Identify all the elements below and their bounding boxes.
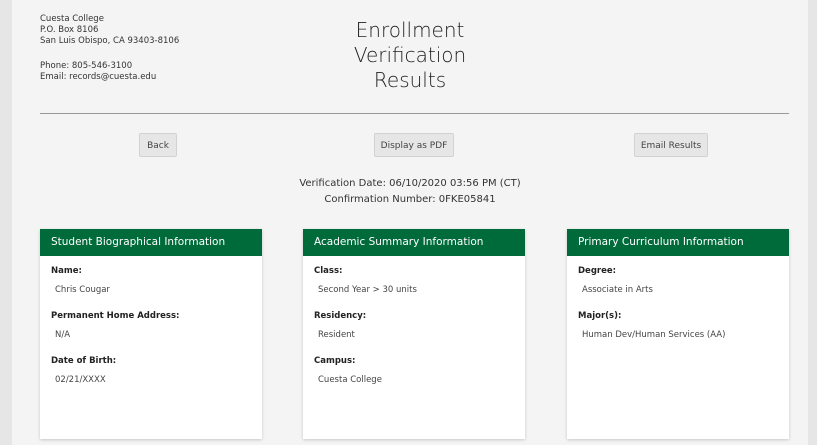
field-label: Date of Birth: bbox=[51, 356, 117, 366]
display-pdf-button[interactable]: Display as PDF bbox=[374, 133, 454, 157]
header: Cuesta College P.O. Box 8106 San Luis Ob… bbox=[12, 0, 808, 114]
student-bio-card: Student Biographical Information Name: C… bbox=[40, 229, 262, 439]
field-label: Campus: bbox=[314, 356, 356, 366]
academic-summary-card: Academic Summary Information Class: Seco… bbox=[303, 229, 525, 439]
page-title-line-3: Results bbox=[373, 68, 447, 92]
page: Cuesta College P.O. Box 8106 San Luis Ob… bbox=[12, 0, 808, 445]
field-label: Class: bbox=[314, 266, 343, 276]
field-value: 02/21/XXXX bbox=[55, 375, 106, 385]
field-label: Permanent Home Address: bbox=[51, 311, 180, 321]
page-title: Enrollment Verification Results bbox=[12, 18, 808, 93]
field-label: Name: bbox=[51, 266, 82, 276]
verification-date: Verification Date: 06/10/2020 03:56 PM (… bbox=[299, 178, 521, 189]
field-label: Degree: bbox=[578, 266, 617, 276]
header-divider bbox=[40, 113, 789, 114]
field-value: Cuesta College bbox=[318, 375, 382, 385]
field-value: N/A bbox=[55, 330, 71, 340]
card-header: Academic Summary Information bbox=[303, 229, 525, 256]
verification-info: Verification Date: 06/10/2020 03:56 PM (… bbox=[12, 176, 808, 208]
page-title-line-1: Enrollment bbox=[355, 18, 465, 42]
card-header: Primary Curriculum Information bbox=[567, 229, 789, 256]
field-value: Human Dev/Human Services (AA) bbox=[582, 330, 726, 340]
field-value: Second Year > 30 units bbox=[318, 285, 417, 295]
card-header: Student Biographical Information bbox=[40, 229, 262, 256]
field-value: Resident bbox=[318, 330, 355, 340]
primary-curriculum-card: Primary Curriculum Information Degree: A… bbox=[567, 229, 789, 439]
field-value: Chris Cougar bbox=[55, 285, 110, 295]
back-button[interactable]: Back bbox=[139, 133, 177, 157]
field-label: Major(s): bbox=[578, 311, 622, 321]
field-label: Residency: bbox=[314, 311, 367, 321]
page-title-line-2: Verification bbox=[353, 43, 467, 67]
field-value: Associate in Arts bbox=[582, 285, 653, 295]
email-results-button[interactable]: Email Results bbox=[634, 133, 708, 157]
confirmation-number: Confirmation Number: 0FKE05841 bbox=[324, 194, 496, 205]
